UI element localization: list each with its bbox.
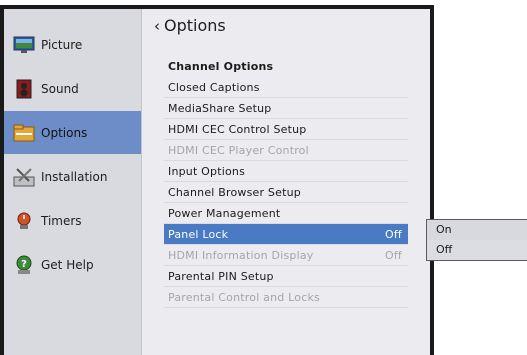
menu-item-mediashare-setup[interactable]: MediaShare Setup xyxy=(164,98,408,119)
svg-text:?: ? xyxy=(21,259,27,270)
sidebar: Picture Sound Options Installation Timer… xyxy=(4,9,142,355)
sidebar-item-sound[interactable]: Sound xyxy=(4,67,141,110)
sidebar-item-timers[interactable]: Timers xyxy=(4,199,141,242)
menu-item-label: HDMI CEC Control Setup xyxy=(168,122,307,136)
sidebar-item-label: Installation xyxy=(41,169,108,184)
tools-icon xyxy=(13,167,35,187)
options-folder-icon xyxy=(13,123,35,143)
sidebar-item-label: Picture xyxy=(41,37,83,52)
sidebar-item-label: Sound xyxy=(41,81,79,96)
menu-item-label: Channel Browser Setup xyxy=(168,185,301,199)
menu-item-label: Closed Captions xyxy=(168,80,260,94)
menu-item-label: Parental PIN Setup xyxy=(168,269,274,283)
timer-icon xyxy=(13,211,35,231)
menu-item-label: Panel Lock xyxy=(168,227,229,241)
menu-item-value: Off xyxy=(384,227,402,241)
menu-item-hdmi-cec-player-control: HDMI CEC Player Control xyxy=(164,140,408,161)
menu-item-label: MediaShare Setup xyxy=(168,101,272,115)
sidebar-item-picture[interactable]: Picture xyxy=(4,23,141,66)
back-chevron-icon[interactable]: ‹ xyxy=(154,17,160,35)
menu-item-label: Parental Control and Locks xyxy=(168,290,320,304)
menu-item-power-management[interactable]: Power Management xyxy=(164,203,408,224)
menu-item-channel-browser-setup[interactable]: Channel Browser Setup xyxy=(164,182,408,203)
panel-lock-options-popup: On Off xyxy=(426,219,527,261)
menu-item-label: HDMI CEC Player Control xyxy=(168,143,309,157)
popup-option-off[interactable]: Off xyxy=(427,240,527,260)
monitor-icon xyxy=(13,35,35,55)
page-title-text: Options xyxy=(164,16,226,35)
sidebar-item-installation[interactable]: Installation xyxy=(4,155,141,198)
menu-item-value: Off xyxy=(384,248,402,262)
tv-menu-frame: Picture Sound Options Installation Timer… xyxy=(0,5,434,355)
sidebar-item-label: Get Help xyxy=(41,257,94,272)
menu-item-label: Channel Options xyxy=(168,60,274,73)
menu-item-label: HDMI Information Display xyxy=(168,248,314,262)
menu-item-label: Power Management xyxy=(168,206,281,220)
menu-item-parental-control-and-locks: Parental Control and Locks xyxy=(164,287,408,308)
menu-item-hdmi-cec-control-setup[interactable]: HDMI CEC Control Setup xyxy=(164,119,408,140)
menu-item-channel-options[interactable]: Channel Options xyxy=(164,56,408,77)
menu-item-closed-captions[interactable]: Closed Captions xyxy=(164,77,408,98)
page-title[interactable]: ‹ Options xyxy=(154,16,226,35)
menu-item-label: Input Options xyxy=(168,164,246,178)
sidebar-item-options[interactable]: Options xyxy=(4,111,141,154)
menu-item-parental-pin-setup[interactable]: Parental PIN Setup xyxy=(164,266,408,287)
popup-option-on[interactable]: On xyxy=(427,220,527,240)
options-panel: ‹ Options Channel Options Closed Captions… xyxy=(142,9,430,355)
sidebar-item-label: Timers xyxy=(41,213,82,228)
menu-item-hdmi-information-display: HDMI Information Display Off xyxy=(164,245,408,266)
sidebar-item-get-help[interactable]: ? Get Help xyxy=(4,243,141,286)
menu-item-panel-lock[interactable]: Panel Lock Off xyxy=(164,224,408,245)
menu-item-input-options[interactable]: Input Options xyxy=(164,161,408,182)
speaker-icon xyxy=(13,79,35,99)
sidebar-item-label: Options xyxy=(41,125,88,140)
help-icon: ? xyxy=(13,255,35,275)
